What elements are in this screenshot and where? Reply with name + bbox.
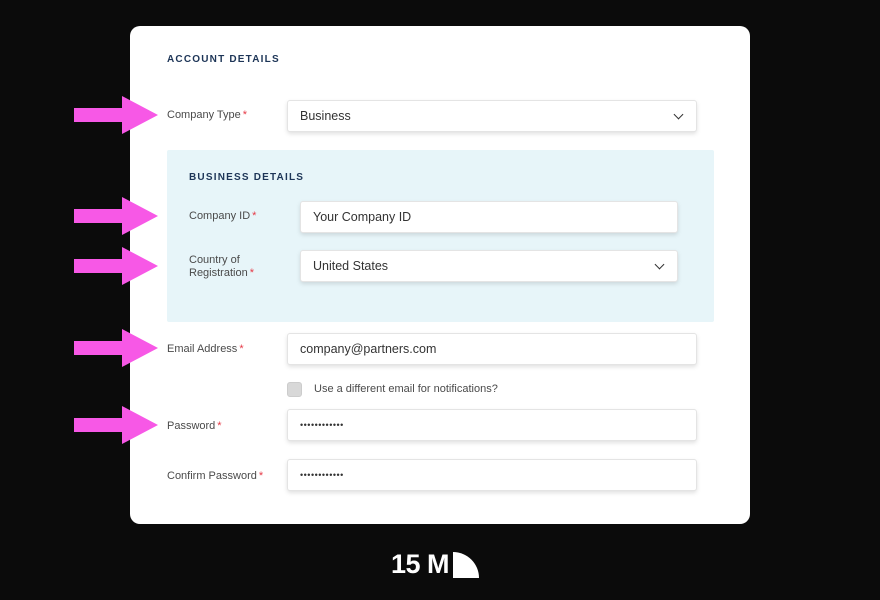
company-id-input[interactable]: Your Company ID — [300, 201, 678, 233]
confirm-password-value: •••••••••••• — [300, 470, 344, 480]
required-mark: * — [252, 210, 257, 222]
arrow-right-icon — [74, 406, 158, 444]
different-email-label: Use a different email for notifications? — [314, 383, 498, 395]
email-label: Email Address * — [167, 343, 244, 355]
required-mark: * — [217, 420, 222, 432]
company-id-placeholder: Your Company ID — [313, 210, 412, 224]
chevron-down-icon — [654, 259, 665, 269]
arrow-right-icon — [74, 96, 158, 134]
email-input[interactable]: company@partners.com — [287, 333, 697, 365]
required-mark: * — [258, 470, 264, 482]
different-email-checkbox[interactable] — [287, 382, 302, 397]
required-mark: * — [239, 343, 244, 355]
company-id-label: Company ID * — [189, 210, 257, 222]
company-type-select[interactable]: Business — [287, 100, 697, 132]
arrow-right-icon — [74, 247, 158, 285]
country-select[interactable]: United States — [300, 250, 678, 282]
confirm-password-label: Confirm Password * — [167, 470, 264, 482]
brand-logo: 15 M — [391, 549, 480, 580]
business-details-title: BUSINESS DETAILS — [189, 172, 305, 183]
password-label: Password * — [167, 420, 222, 432]
account-details-title: ACCOUNT DETAILS — [167, 54, 280, 65]
logo-text: 15 M — [391, 549, 450, 579]
country-value: United States — [313, 259, 389, 273]
arrow-right-icon — [74, 329, 158, 367]
arrow-right-icon — [74, 197, 158, 235]
country-label: Country of Registration * — [189, 254, 254, 279]
chevron-down-icon — [673, 109, 684, 119]
password-value: •••••••••••• — [300, 420, 344, 430]
required-mark: * — [242, 109, 248, 121]
email-value: company@partners.com — [300, 342, 437, 356]
confirm-password-input[interactable]: •••••••••••• — [287, 459, 697, 491]
required-mark: * — [249, 267, 254, 279]
company-type-label: Company Type * — [167, 109, 248, 121]
logo-mark-icon — [453, 551, 480, 578]
company-type-value: Business — [300, 109, 351, 123]
password-input[interactable]: •••••••••••• — [287, 409, 697, 441]
